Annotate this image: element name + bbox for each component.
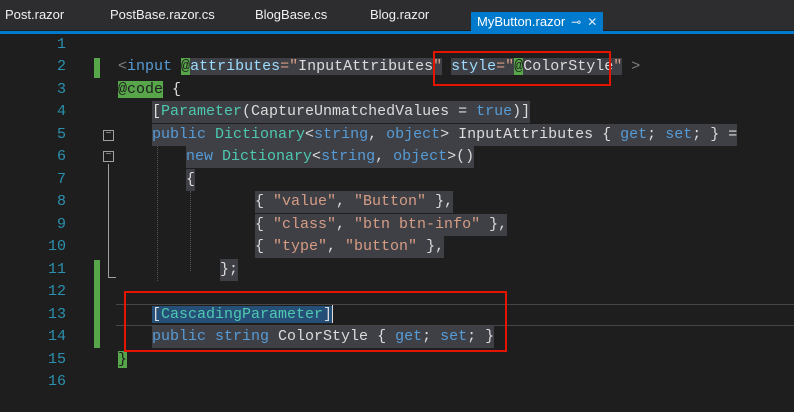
tab-label: Blog.razor — [370, 7, 430, 22]
tab-post-razor[interactable]: Post.razor — [5, 6, 64, 30]
code-line-6: new Dictionary<string, object>() — [186, 146, 475, 168]
line-number: 11 — [47, 261, 66, 278]
code-line-15: } — [118, 351, 128, 368]
line-number: 4 — [56, 103, 66, 120]
tab-label: MyButton.razor — [477, 14, 566, 29]
editor-window: Post.razor PostBase.razor.cs BlogBase.cs… — [0, 0, 794, 412]
tab-label: BlogBase.cs — [255, 7, 328, 22]
line-number: 5 — [56, 126, 66, 143]
tab-label: Post.razor — [5, 7, 65, 22]
collapse-icon[interactable]: − — [103, 151, 114, 162]
code-line-10: { "type", "button" }, — [255, 236, 445, 258]
highlight-box-cascading-param — [124, 291, 507, 352]
close-icon[interactable]: ✕ — [587, 15, 597, 29]
tab-blogbase-cs[interactable]: BlogBase.cs — [255, 6, 327, 30]
document-tab-strip: Post.razor PostBase.razor.cs BlogBase.cs… — [0, 0, 794, 32]
highlight-box-style-attr — [433, 51, 611, 86]
fold-guide — [108, 164, 109, 277]
line-number: 10 — [47, 238, 66, 255]
fold-guide-end — [108, 277, 116, 278]
code-line-11: }; — [220, 259, 239, 281]
tab-mybutton-razor[interactable]: MyButton.razor ⊸ ✕ — [471, 12, 604, 32]
code-line-7: { — [186, 169, 196, 191]
tab-postbase-razor-cs[interactable]: PostBase.razor.cs — [110, 6, 215, 30]
change-indicator — [94, 260, 100, 348]
line-number: 7 — [56, 171, 66, 188]
line-number: 16 — [47, 373, 66, 390]
line-number: 14 — [47, 328, 66, 345]
code-line-8: { "value", "Button" }, — [255, 191, 454, 213]
indent-guide — [157, 146, 158, 281]
pin-icon[interactable]: ⊸ — [571, 15, 581, 29]
line-number: 6 — [56, 148, 66, 165]
code-line-9: { "class", "btn btn-info" }, — [255, 214, 508, 236]
tab-label: PostBase.razor.cs — [110, 7, 215, 22]
code-editor[interactable]: 1 2 3 4 5 6 7 8 9 10 11 12 13 14 15 16 −… — [0, 34, 794, 412]
tab-blog-razor[interactable]: Blog.razor — [370, 6, 429, 30]
collapse-icon[interactable]: − — [103, 130, 114, 141]
indent-guide — [190, 191, 191, 271]
line-number: 15 — [47, 351, 66, 368]
line-number: 13 — [47, 306, 66, 323]
line-number: 8 — [56, 193, 66, 210]
change-indicator — [94, 58, 100, 78]
line-number: 3 — [56, 81, 66, 98]
line-number: 12 — [47, 283, 66, 300]
line-number: 9 — [56, 216, 66, 233]
code-line-4: [Parameter(CaptureUnmatchedValues = true… — [152, 101, 531, 123]
code-line-5: public Dictionary<string, object> InputA… — [152, 124, 738, 146]
code-line-3: @code { — [118, 81, 182, 98]
line-number: 1 — [56, 36, 66, 53]
line-number: 2 — [56, 58, 66, 75]
